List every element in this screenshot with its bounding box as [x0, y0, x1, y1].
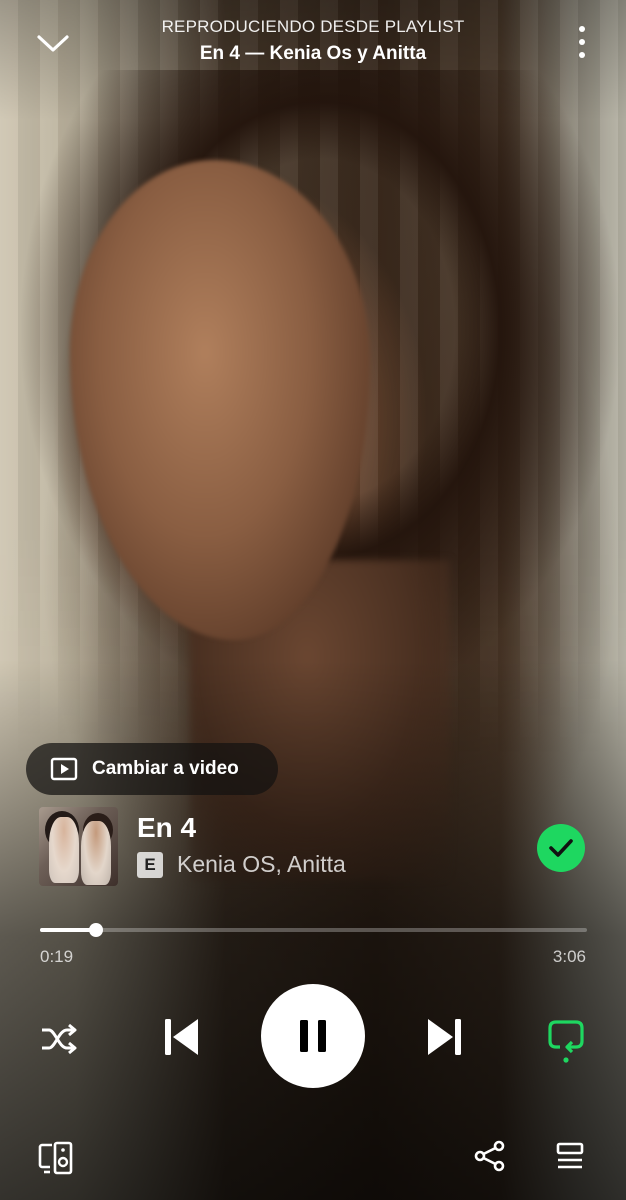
total-time: 3:06 — [552, 947, 586, 966]
playlist-name[interactable]: En 4 — Kenia Os y Anitta — [100, 43, 526, 65]
share-button[interactable] — [470, 1136, 510, 1176]
switch-to-video-button[interactable]: Cambiar a video — [26, 743, 278, 795]
next-button[interactable] — [422, 1012, 468, 1062]
explicit-badge: E — [137, 851, 163, 878]
queue-button[interactable] — [550, 1136, 590, 1176]
shuffle-button[interactable] — [36, 1016, 82, 1062]
collapse-button[interactable] — [30, 24, 76, 64]
shuffle-icon — [42, 1023, 77, 1055]
connect-devices-button[interactable] — [36, 1138, 76, 1178]
track-title[interactable]: En 4 — [137, 812, 196, 844]
track-artists[interactable]: Kenia OS, Anitta — [177, 851, 346, 878]
art-detail — [81, 821, 111, 885]
repeat-button[interactable] — [543, 1012, 589, 1066]
art-detail — [49, 817, 79, 883]
skip-next-icon — [428, 1019, 461, 1055]
chevron-down-icon — [37, 35, 69, 52]
more-vertical-icon — [579, 26, 585, 58]
share-icon — [474, 1140, 505, 1172]
liked-button[interactable] — [537, 824, 585, 872]
video-icon — [50, 757, 78, 781]
progress-bar[interactable] — [40, 923, 587, 937]
queue-icon — [556, 1142, 584, 1169]
check-icon — [549, 839, 573, 857]
album-art[interactable] — [39, 807, 118, 886]
progress-thumb[interactable] — [88, 923, 103, 937]
artist-row: E Kenia OS, Anitta — [137, 851, 346, 878]
switch-to-video-label: Cambiar a video — [92, 758, 239, 779]
pause-button[interactable] — [261, 984, 365, 1088]
repeat-icon — [548, 1020, 584, 1063]
now-playing-header: REPRODUCIENDO DESDE PLAYLIST En 4 — Keni… — [0, 0, 626, 90]
progress-fill — [40, 928, 96, 932]
previous-button[interactable] — [158, 1012, 204, 1062]
elapsed-time: 0:19 — [40, 947, 74, 966]
connect-device-icon — [38, 1141, 73, 1175]
skip-previous-icon — [165, 1019, 198, 1055]
more-options-button[interactable] — [572, 22, 592, 62]
pause-icon — [300, 1020, 326, 1052]
playing-from-label: REPRODUCIENDO DESDE PLAYLIST — [161, 17, 465, 36]
